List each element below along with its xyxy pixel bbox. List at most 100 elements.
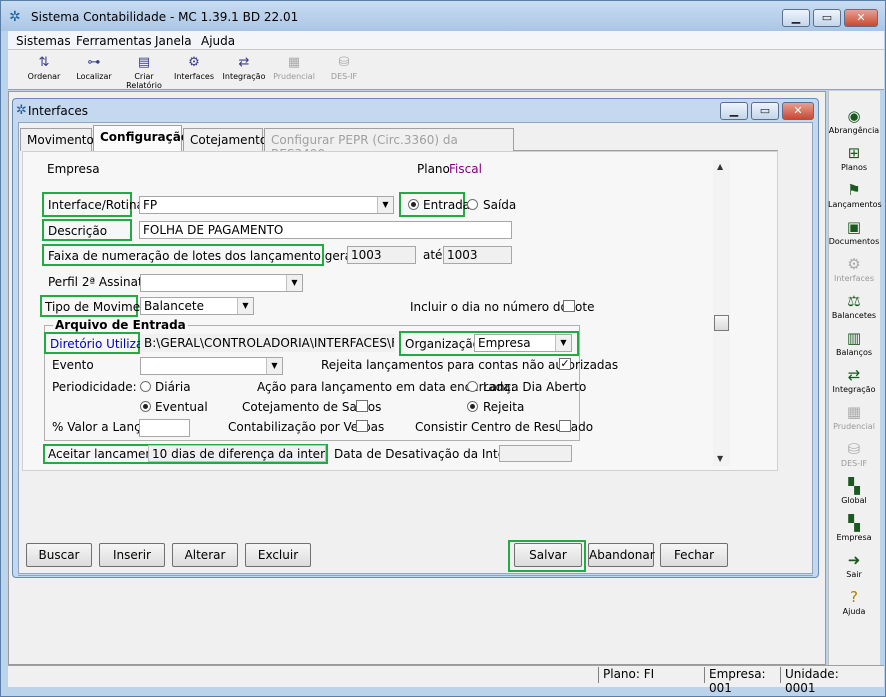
contabilizacao-checkbox[interactable] [356, 420, 368, 432]
valor-lancar-field[interactable] [139, 419, 190, 437]
organizacao-combo[interactable]: Empresa ▼ [474, 334, 572, 352]
toolbar-interfaces[interactable]: ⚙ Interfaces [168, 54, 220, 88]
sidebar-documentos[interactable]: ▣ Documentos [828, 217, 880, 246]
status-plano: Plano: FI [598, 667, 704, 683]
sidebar-desif[interactable]: ⛁ DES-IF [828, 439, 880, 468]
tipo-movimento-combo[interactable]: Balancete ▼ [140, 297, 254, 315]
sidebar-integracao[interactable]: ⇄ Integração [828, 365, 880, 394]
faixa-fim-field[interactable]: 1003 [443, 246, 512, 264]
interface-combo[interactable]: FP ▼ [139, 196, 394, 214]
bottom-separator [18, 575, 813, 576]
sidebar-sair[interactable]: ➜ Sair [828, 550, 880, 579]
sidebar-ajuda[interactable]: ? Ajuda [828, 587, 880, 616]
faixa-label: Faixa de numeração de lotes dos lançamen… [42, 244, 373, 266]
sidebar-abrangencia[interactable]: ◉ Abrangência [828, 106, 880, 135]
prudencial-icon: ▦ [287, 55, 301, 70]
perfil-combo[interactable]: ▼ [140, 274, 303, 292]
lanca-dia-radio[interactable] [467, 381, 478, 392]
documents-icon: ▣ [846, 218, 862, 236]
faixa-inicio-field[interactable]: 1003 [347, 246, 416, 264]
empresa-label: Empresa [47, 162, 100, 176]
sidebar-balancos[interactable]: ▥ Balanços [828, 328, 880, 357]
scroll-up-icon[interactable]: ▲ [717, 162, 723, 171]
vertical-scrollbar[interactable]: ▲ ▼ [713, 160, 730, 466]
interfaces-icon: ⚙ [188, 55, 200, 70]
toolbar-desif[interactable]: ⛁ DES-IF [318, 54, 370, 88]
excluir-button[interactable]: Excluir [245, 543, 311, 567]
exit-icon: ➜ [847, 551, 861, 569]
child-close-button[interactable]: ✕ [782, 102, 814, 120]
evento-combo[interactable]: ▼ [140, 357, 283, 375]
toolbar-localizar[interactable]: ⊶ Localizar [68, 54, 120, 88]
rejeita-contas-label: Rejeita lançamentos para contas não auto… [321, 358, 619, 372]
buscar-button[interactable]: Buscar [26, 543, 92, 567]
evento-label: Evento [52, 358, 94, 372]
desativacao-field[interactable] [499, 445, 572, 462]
menu-ajuda[interactable]: Ajuda [201, 34, 235, 48]
scroll-thumb[interactable] [714, 315, 729, 331]
chevron-down-icon[interactable]: ▼ [286, 275, 302, 291]
interfaces-icon: ⚙ [847, 255, 861, 273]
minimize-button[interactable]: ▁ [782, 9, 810, 27]
descricao-field[interactable]: FOLHA DE PAGAMENTO [139, 221, 512, 239]
menu-sistemas[interactable]: Sistemas [16, 34, 71, 48]
maximize-button[interactable]: ▭ [813, 9, 841, 27]
sidebar-lancamentos[interactable]: ⚑ Lançamentos [828, 180, 882, 209]
sidebar-planos[interactable]: ⊞ Planos [828, 143, 880, 172]
sidebar-balancetes[interactable]: ⚖ Balancetes [828, 291, 880, 320]
diaria-radio[interactable] [140, 381, 151, 392]
aceitar-field[interactable]: 10 dias de diferença da interface [148, 445, 326, 462]
report-icon: ▤ [137, 55, 151, 70]
window-title: Interfaces [28, 104, 88, 118]
cotejamento-saldos-checkbox[interactable] [356, 400, 368, 412]
menu-janela[interactable]: Janela [155, 34, 192, 48]
menu-ferramentas[interactable]: Ferramentas [76, 34, 152, 48]
scroll-down-icon[interactable]: ▼ [717, 454, 723, 463]
child-maximize-button[interactable]: ▭ [751, 102, 779, 120]
interface-label: Interface/Rotina [42, 192, 144, 217]
sidebar-prudencial[interactable]: ▦ Prudencial [828, 402, 880, 431]
tab-configurar-pepr[interactable]: Configurar PEPR (Circ.3360) da RES3490 [264, 128, 514, 161]
entrada-radio[interactable] [408, 199, 419, 210]
status-unidade: Unidade: 0001 [780, 667, 860, 695]
eventual-radio[interactable] [140, 401, 151, 412]
chevron-down-icon[interactable]: ▼ [237, 298, 253, 314]
diretorio-field[interactable]: B:\GERAL\CONTROLADORIA\INTERFACES\FP [140, 334, 395, 352]
periodicidade-label: Periodicidade: [52, 380, 137, 394]
tab-configuracao[interactable]: Configuração [93, 125, 189, 152]
toolbar-integracao[interactable]: ⇄ Integração [218, 54, 270, 88]
chevron-down-icon[interactable]: ▼ [377, 197, 393, 213]
globe-icon: ◉ [847, 107, 861, 125]
alterar-button[interactable]: Alterar [172, 543, 238, 567]
plano-value: Fiscal [449, 162, 482, 176]
child-minimize-button[interactable]: ▁ [720, 102, 748, 120]
chevron-down-icon[interactable]: ▼ [555, 335, 571, 351]
sidebar-empresa[interactable]: ▚ Empresa [828, 513, 880, 542]
rejeita-label: Rejeita [483, 400, 525, 414]
tree-icon: ⊞ [847, 144, 861, 162]
salvar-button[interactable]: Salvar [514, 543, 582, 567]
saida-radio[interactable] [467, 199, 478, 210]
global-icon: ▚ [848, 477, 860, 495]
toolbar-criar-relatorio[interactable]: ▤ Criar Relatório [118, 54, 170, 90]
consistir-checkbox[interactable] [559, 420, 571, 432]
toolbar-ordenar[interactable]: ⇅ Ordenar [18, 54, 70, 88]
tab-cotejamento[interactable]: Cotejamento [183, 128, 267, 151]
balance-sheet-icon: ⚖ [847, 292, 861, 310]
descricao-label: Descrição [42, 219, 132, 241]
app-icon: ✲ [9, 9, 21, 25]
help-icon: ? [850, 588, 858, 606]
abandonar-button[interactable]: Abandonar [588, 543, 655, 567]
rejeita-radio[interactable] [467, 401, 478, 412]
sidebar-interfaces[interactable]: ⚙ Interfaces [828, 254, 880, 283]
chevron-down-icon[interactable]: ▼ [266, 358, 282, 374]
toolbar-prudencial[interactable]: ▦ Prudencial [268, 54, 320, 88]
tab-movimento[interactable]: Movimento [20, 128, 94, 151]
rejeita-contas-checkbox[interactable]: ✓ [559, 358, 571, 370]
close-button[interactable]: ✕ [844, 9, 878, 27]
inserir-button[interactable]: Inserir [99, 543, 165, 567]
sidebar-global[interactable]: ▚ Global [828, 476, 880, 505]
incluir-dia-checkbox[interactable] [563, 300, 575, 312]
integration-icon: ⇄ [847, 366, 861, 384]
fechar-button[interactable]: Fechar [660, 543, 728, 567]
